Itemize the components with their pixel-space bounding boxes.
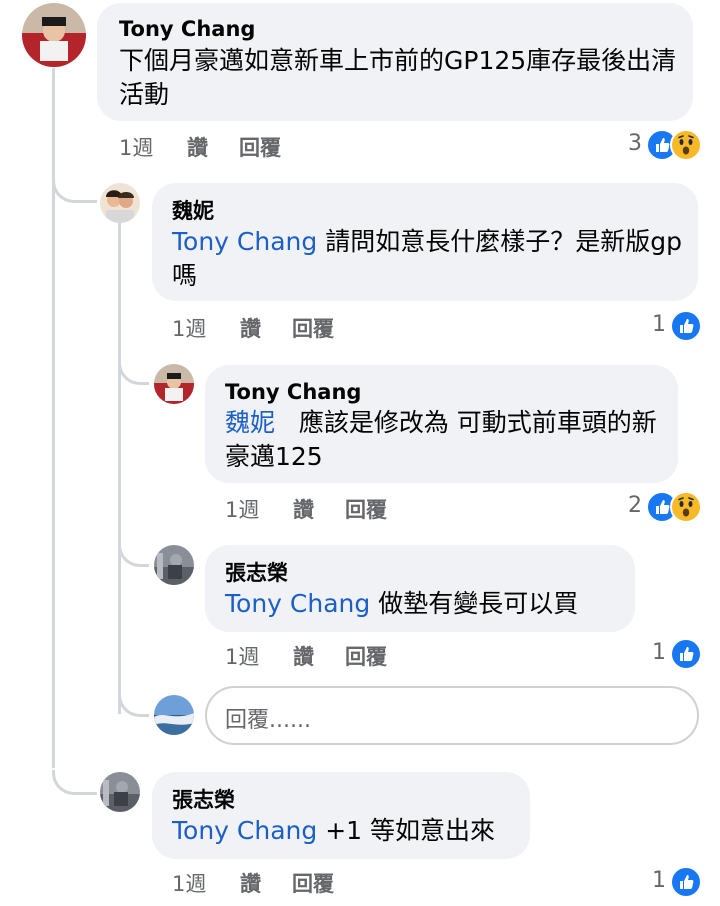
mention-link[interactable]: Tony Chang xyxy=(172,227,317,256)
mention-link[interactable]: 魏妮 xyxy=(225,408,275,437)
reaction-count: 1 xyxy=(652,312,666,337)
avatar[interactable] xyxy=(100,772,140,812)
avatar[interactable] xyxy=(154,364,194,404)
reaction-count: 1 xyxy=(652,868,666,893)
comment-actions: 1週 讚 回覆 xyxy=(172,313,372,341)
reply-button[interactable]: 回覆 xyxy=(345,641,387,671)
comment-text: 魏妮 應該是修改為 可動式前車頭的新豪邁125 xyxy=(225,406,665,474)
comment-actions: 1週 讚 回覆 xyxy=(119,132,319,160)
reaction-summary[interactable]: 1 xyxy=(640,866,704,898)
comment-body: 下個月豪邁如意新車上市前的GP125庫存最後出清活動 xyxy=(119,46,677,109)
thread-connector xyxy=(118,692,149,717)
thread-connector xyxy=(52,770,97,795)
like-button[interactable]: 讚 xyxy=(293,494,314,524)
like-icon xyxy=(670,638,702,670)
reply-button[interactable]: 回覆 xyxy=(292,868,334,898)
comment-body: +1 等如意出來 xyxy=(317,816,495,845)
like-button[interactable]: 讚 xyxy=(187,132,208,162)
thread-line-main xyxy=(52,68,55,768)
timestamp[interactable]: 1週 xyxy=(225,494,259,524)
reaction-count: 3 xyxy=(628,131,642,156)
timestamp[interactable]: 1週 xyxy=(172,313,206,343)
timestamp[interactable]: 1週 xyxy=(225,641,259,671)
reaction-summary[interactable]: 1 xyxy=(640,310,704,342)
avatar[interactable] xyxy=(154,545,194,585)
comment-text: 下個月豪邁如意新車上市前的GP125庫存最後出清活動 xyxy=(119,44,679,112)
comment-author[interactable]: Tony Chang xyxy=(119,16,255,42)
avatar[interactable] xyxy=(100,183,140,223)
comment-text: Tony Chang +1 等如意出來 xyxy=(172,814,522,848)
reaction-summary[interactable]: 2 xyxy=(600,491,704,523)
thread-line-sub xyxy=(118,222,121,714)
reaction-count: 2 xyxy=(628,493,642,518)
comment-text: Tony Chang 請問如意長什麼樣子？是新版gp嗎 xyxy=(172,225,682,293)
comment-author[interactable]: 張志榮 xyxy=(172,787,235,813)
like-icon xyxy=(670,866,702,898)
timestamp[interactable]: 1週 xyxy=(172,868,206,898)
reaction-summary[interactable]: 1 xyxy=(640,638,704,670)
reply-input-placeholder: 回覆...... xyxy=(225,708,311,733)
comment-actions: 1週 讚 回覆 xyxy=(225,494,425,522)
comment-actions: 1週 讚 回覆 xyxy=(172,868,372,896)
avatar[interactable] xyxy=(22,3,86,67)
mention-link[interactable]: Tony Chang xyxy=(172,816,317,845)
reaction-summary[interactable]: 3 xyxy=(600,129,704,161)
thread-connector xyxy=(118,542,149,567)
wow-icon xyxy=(670,129,702,161)
thread-connector xyxy=(52,178,97,203)
like-button[interactable]: 讚 xyxy=(240,313,261,343)
like-button[interactable]: 讚 xyxy=(293,641,314,671)
like-button[interactable]: 讚 xyxy=(240,868,261,898)
timestamp[interactable]: 1週 xyxy=(119,132,153,162)
mention-link[interactable]: Tony Chang xyxy=(225,589,370,618)
current-user-avatar xyxy=(154,695,194,735)
thread-connector xyxy=(118,360,149,385)
reply-input[interactable]: 回覆...... xyxy=(205,686,699,745)
reply-button[interactable]: 回覆 xyxy=(292,313,334,343)
like-icon xyxy=(670,310,702,342)
comment-author[interactable]: 張志榮 xyxy=(225,560,288,586)
wow-icon xyxy=(670,491,702,523)
reply-button[interactable]: 回覆 xyxy=(239,132,281,162)
reaction-count: 1 xyxy=(652,640,666,665)
comment-body: 應該是修改為 可動式前車頭的新豪邁125 xyxy=(225,408,657,471)
comment-author[interactable]: 魏妮 xyxy=(172,198,214,224)
comment-body: 做墊有變長可以買 xyxy=(370,589,579,618)
comment-author[interactable]: Tony Chang xyxy=(225,379,361,405)
comment-text: Tony Chang 做墊有變長可以買 xyxy=(225,587,625,621)
comment-actions: 1週 讚 回覆 xyxy=(225,641,425,669)
reply-button[interactable]: 回覆 xyxy=(345,494,387,524)
